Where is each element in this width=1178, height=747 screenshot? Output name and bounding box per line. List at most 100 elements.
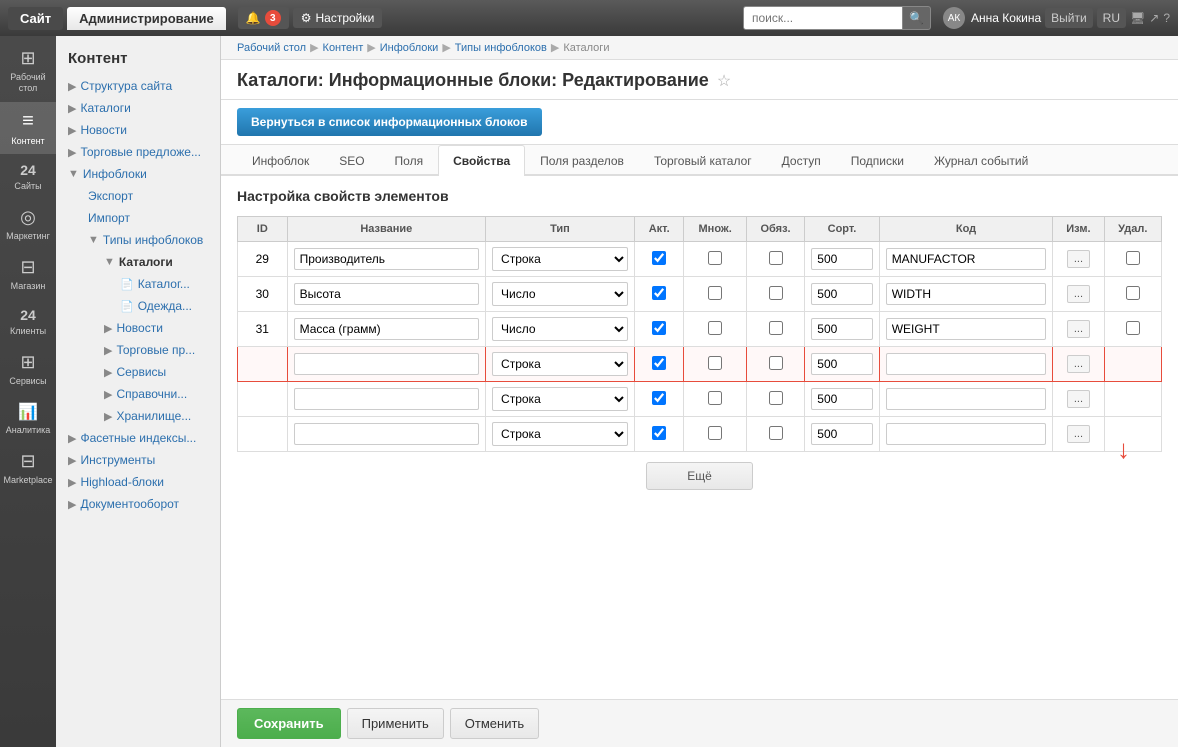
sidebar-item-faceted[interactable]: ▶ Фасетные индексы... — [56, 427, 220, 449]
edit-button[interactable]: ... — [1067, 355, 1090, 373]
breadcrumb-infoblocks[interactable]: Инфоблоки — [380, 42, 439, 54]
name-input[interactable] — [294, 248, 479, 270]
sort-input[interactable] — [811, 353, 872, 375]
type-select[interactable]: СтрокаЧислоСписокФайлДатаПривязка к элем… — [492, 352, 628, 376]
edit-button[interactable]: ... — [1067, 285, 1090, 303]
apply-button[interactable]: Применить — [347, 708, 444, 739]
sidebar-item-content[interactable]: ≡ Контент — [0, 102, 56, 154]
type-select[interactable]: СтрокаЧислоСписокФайлДатаПривязка к элем… — [492, 422, 628, 446]
required-checkbox[interactable] — [769, 321, 783, 335]
active-checkbox[interactable] — [652, 391, 666, 405]
sidebar-item-trade-sub[interactable]: ▶ Торговые пр... — [92, 339, 220, 361]
sort-input[interactable] — [811, 283, 872, 305]
delete-checkbox[interactable] — [1126, 286, 1140, 300]
multiple-checkbox[interactable] — [708, 356, 722, 370]
code-input[interactable] — [886, 353, 1047, 375]
required-checkbox[interactable] — [769, 391, 783, 405]
sidebar-item-infoblocktypes[interactable]: ▼ Типы инфоблоков — [76, 229, 220, 251]
sidebar-item-analytics[interactable]: 📊 Аналитика — [0, 394, 56, 443]
notification-button[interactable]: 🔔 3 — [238, 7, 289, 29]
sidebar-item-sites[interactable]: 24 Сайты — [0, 154, 56, 199]
sidebar-item-storage[interactable]: ▶ Хранилище... — [92, 405, 220, 427]
sidebar-item-shop[interactable]: ⊟ Магазин — [0, 249, 56, 299]
logout-button[interactable]: Выйти — [1045, 8, 1093, 28]
required-checkbox[interactable] — [769, 251, 783, 265]
sort-input[interactable] — [811, 318, 872, 340]
code-input[interactable] — [886, 423, 1047, 445]
type-select[interactable]: СтрокаЧислоСписокФайлДатаПривязка к элем… — [492, 282, 628, 306]
edit-button[interactable]: ... — [1067, 425, 1090, 443]
sidebar-item-desktop[interactable]: ⊞ Рабочий стол — [0, 40, 56, 102]
name-input[interactable] — [294, 353, 479, 375]
active-checkbox[interactable] — [652, 426, 666, 440]
tab-subscriptions[interactable]: Подписки — [836, 145, 919, 176]
required-checkbox[interactable] — [769, 356, 783, 370]
tab-section-fields[interactable]: Поля разделов — [525, 145, 639, 176]
sidebar-item-news-sub[interactable]: ▶ Новости — [92, 317, 220, 339]
name-input[interactable] — [294, 388, 479, 410]
name-input[interactable] — [294, 283, 479, 305]
sidebar-item-reference[interactable]: ▶ Справочни... — [92, 383, 220, 405]
edit-button[interactable]: ... — [1067, 390, 1090, 408]
back-button[interactable]: Вернуться в список информационных блоков — [237, 108, 542, 136]
sidebar-item-clients[interactable]: 24 Клиенты — [0, 299, 56, 344]
search-button[interactable]: 🔍 — [903, 6, 931, 30]
edit-button[interactable]: ... — [1067, 320, 1090, 338]
tab-properties[interactable]: Свойства — [438, 145, 525, 176]
sidebar-item-trade[interactable]: ▶ Торговые предложе... — [56, 141, 220, 163]
tab-fields[interactable]: Поля — [380, 145, 439, 176]
admin-tab[interactable]: Администрирование — [67, 7, 226, 30]
tab-infoblock[interactable]: Инфоблок — [237, 145, 324, 176]
sidebar-item-docflow[interactable]: ▶ Документооборот — [56, 493, 220, 515]
sidebar-item-news[interactable]: ▶ Новости — [56, 119, 220, 141]
sidebar-item-export[interactable]: Экспорт — [76, 185, 220, 207]
sidebar-item-catalogs-active[interactable]: ▼ Каталоги — [92, 251, 220, 273]
active-checkbox[interactable] — [652, 356, 666, 370]
multiple-checkbox[interactable] — [708, 391, 722, 405]
sidebar-item-catalogs[interactable]: ▶ Каталоги — [56, 97, 220, 119]
code-input[interactable] — [886, 318, 1047, 340]
multiple-checkbox[interactable] — [708, 426, 722, 440]
sidebar-item-clothes[interactable]: 📄 Одежда... — [108, 295, 220, 317]
sidebar-item-catalog[interactable]: 📄 Каталог... — [108, 273, 220, 295]
lang-button[interactable]: RU — [1097, 8, 1126, 28]
edit-button[interactable]: ... — [1067, 250, 1090, 268]
sidebar-item-marketing[interactable]: ◎ Маркетинг — [0, 199, 56, 249]
breadcrumb-content[interactable]: Контент — [323, 42, 364, 54]
sort-input[interactable] — [811, 388, 872, 410]
sidebar-item-marketplace[interactable]: ⊟ Marketplace — [0, 443, 56, 493]
site-tab[interactable]: Сайт — [8, 7, 63, 30]
name-input[interactable] — [294, 318, 479, 340]
sidebar-item-import[interactable]: Импорт — [76, 207, 220, 229]
code-input[interactable] — [886, 388, 1047, 410]
sidebar-item-highload[interactable]: ▶ Highload-блоки — [56, 471, 220, 493]
type-select[interactable]: СтрокаЧислоСписокФайлДатаПривязка к элем… — [492, 247, 628, 271]
settings-button[interactable]: ⚙ Настройки — [293, 8, 383, 28]
multiple-checkbox[interactable] — [708, 286, 722, 300]
delete-checkbox[interactable] — [1126, 251, 1140, 265]
active-checkbox[interactable] — [652, 286, 666, 300]
delete-checkbox[interactable] — [1126, 321, 1140, 335]
more-button[interactable]: Ещё — [646, 462, 753, 490]
save-button[interactable]: Сохранить — [237, 708, 341, 739]
sidebar-item-services-sub[interactable]: ▶ Сервисы — [92, 361, 220, 383]
sidebar-item-infoblocks[interactable]: ▼ Инфоблоки — [56, 163, 220, 185]
tab-access[interactable]: Доступ — [767, 145, 836, 176]
required-checkbox[interactable] — [769, 286, 783, 300]
name-input[interactable] — [294, 423, 479, 445]
sidebar-item-tools[interactable]: ▶ Инструменты — [56, 449, 220, 471]
cancel-button[interactable]: Отменить — [450, 708, 539, 739]
multiple-checkbox[interactable] — [708, 251, 722, 265]
type-select[interactable]: СтрокаЧислоСписокФайлДатаПривязка к элем… — [492, 387, 628, 411]
sidebar-item-structure[interactable]: ▶ Структура сайта — [56, 75, 220, 97]
tab-event-log[interactable]: Журнал событий — [919, 145, 1043, 176]
favorite-icon[interactable]: ☆ — [717, 71, 731, 91]
required-checkbox[interactable] — [769, 426, 783, 440]
type-select[interactable]: СтрокаЧислоСписокФайлДатаПривязка к элем… — [492, 317, 628, 341]
code-input[interactable] — [886, 283, 1047, 305]
sort-input[interactable] — [811, 423, 872, 445]
sidebar-item-services[interactable]: ⊞ Сервисы — [0, 344, 56, 394]
tab-trade-catalog[interactable]: Торговый каталог — [639, 145, 767, 176]
search-input[interactable] — [743, 6, 903, 30]
multiple-checkbox[interactable] — [708, 321, 722, 335]
